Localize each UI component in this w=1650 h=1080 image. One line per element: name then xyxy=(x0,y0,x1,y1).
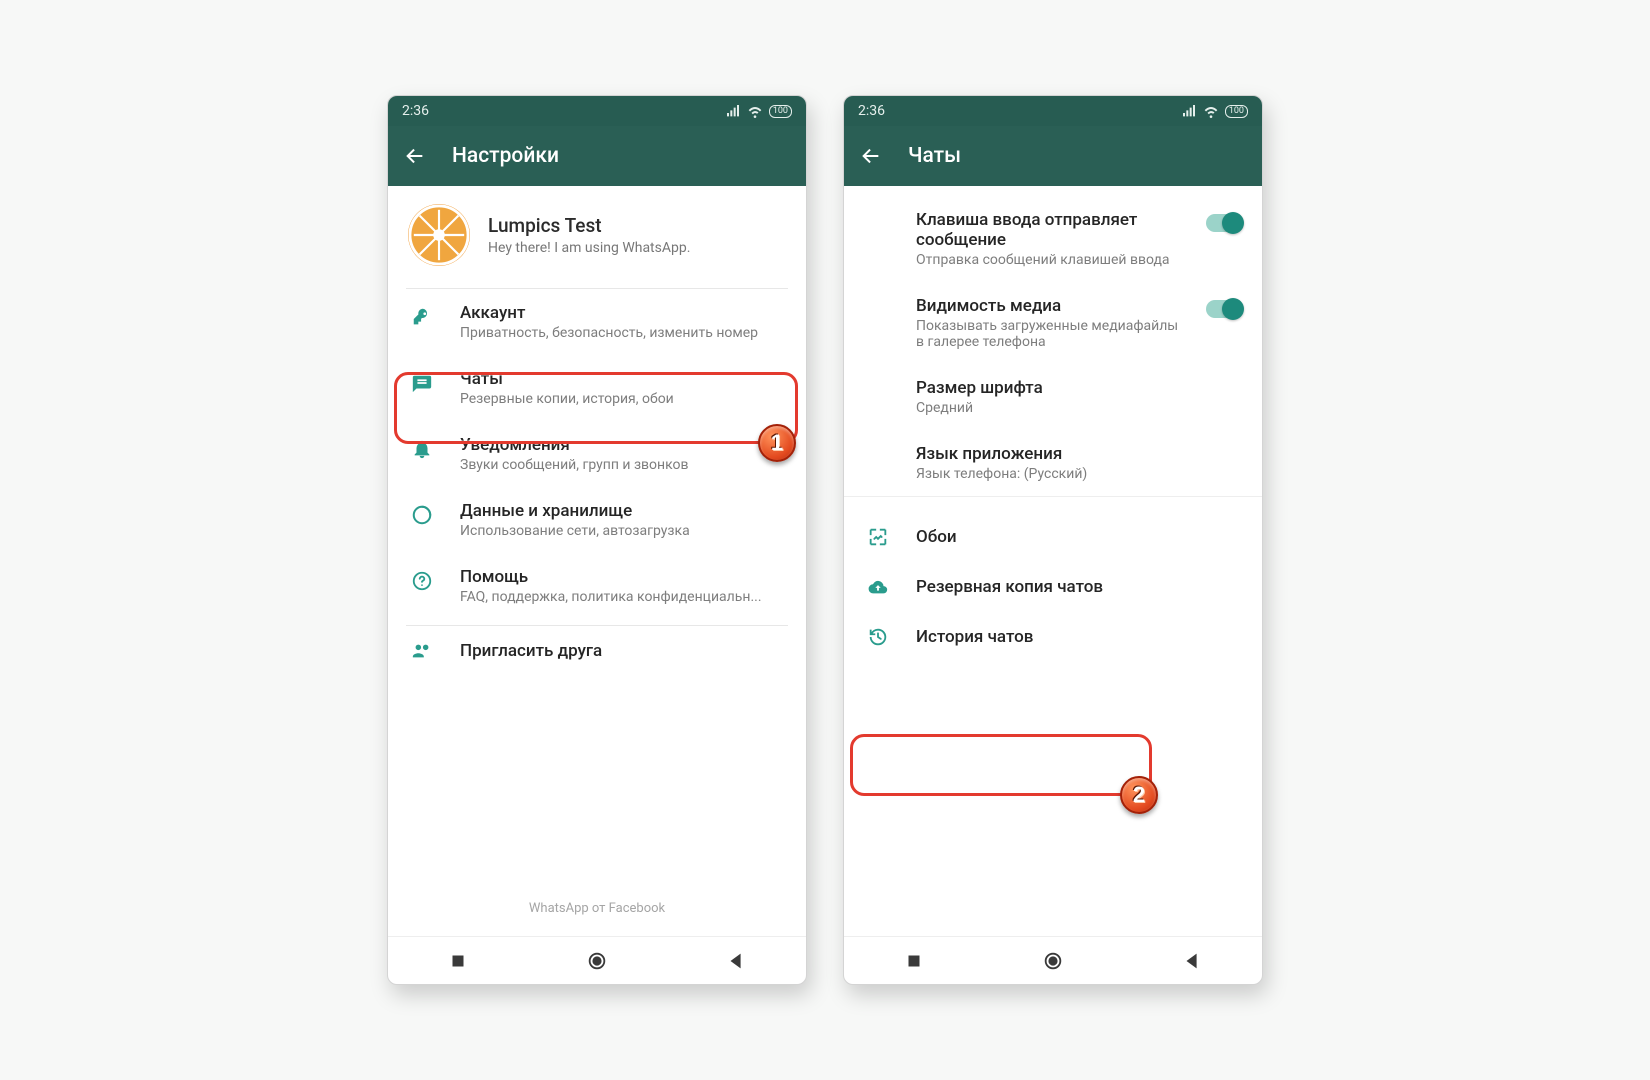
status-bar: 2:36 100 xyxy=(844,96,1262,126)
row-sub: Отправка сообщений клавишей ввода xyxy=(916,252,1182,268)
nav-back-button[interactable] xyxy=(1181,950,1203,972)
profile-name: Lumpics Test xyxy=(488,214,690,237)
row-title: Чаты xyxy=(460,369,786,389)
settings-content: Lumpics Test Hey there! I am using Whats… xyxy=(388,186,806,936)
nav-recents-button[interactable] xyxy=(903,950,925,972)
data-usage-icon xyxy=(408,504,436,526)
back-button[interactable] xyxy=(860,145,882,167)
page-title: Настройки xyxy=(452,144,559,168)
nav-home-button[interactable] xyxy=(1042,950,1064,972)
row-title: Видимость медиа xyxy=(916,296,1182,316)
chats-item-app-language[interactable]: Язык приложения Язык телефона: (Русский) xyxy=(844,430,1262,496)
row-sub: Использование сети, автозагрузка xyxy=(460,523,786,539)
chats-item-media-visibility[interactable]: Видимость медиа Показывать загруженные м… xyxy=(844,282,1262,364)
section-divider xyxy=(844,496,1262,512)
row-title: Язык приложения xyxy=(916,444,1242,464)
footer-text: WhatsApp от Facebook xyxy=(388,887,806,930)
chat-icon xyxy=(408,372,436,394)
step-badge-1: 1 xyxy=(758,424,796,462)
profile-status: Hey there! I am using WhatsApp. xyxy=(488,240,690,256)
phone-settings: 2:36 100 Настройки xyxy=(387,95,807,985)
row-title: Аккаунт xyxy=(460,303,786,323)
toggle-media-visibility[interactable] xyxy=(1206,300,1242,318)
chats-item-history[interactable]: История чатов xyxy=(844,612,1262,662)
page-title: Чаты xyxy=(908,144,961,168)
row-title: Уведомления xyxy=(460,435,786,455)
profile-row[interactable]: Lumpics Test Hey there! I am using Whats… xyxy=(388,186,806,288)
chats-item-wallpaper[interactable]: Обои xyxy=(844,512,1262,562)
wallpaper-icon xyxy=(864,526,892,548)
status-icons: 100 xyxy=(1181,103,1248,119)
row-title: Помощь xyxy=(460,567,786,587)
help-icon xyxy=(408,570,436,592)
nav-recents-button[interactable] xyxy=(447,950,469,972)
status-bar: 2:36 100 xyxy=(388,96,806,126)
settings-item-account[interactable]: Аккаунт Приватность, безопасность, измен… xyxy=(388,289,806,355)
row-sub: Средний xyxy=(916,400,1242,416)
people-icon xyxy=(408,640,436,662)
chats-item-font-size[interactable]: Размер шрифта Средний xyxy=(844,364,1262,430)
row-sub: Приватность, безопасность, изменить номе… xyxy=(460,325,786,341)
row-title: Резервная копия чатов xyxy=(916,577,1242,597)
app-bar: Настройки xyxy=(388,126,806,186)
stage: 2:36 100 Настройки xyxy=(0,0,1650,1080)
row-title: Пригласить друга xyxy=(460,641,786,661)
avatar xyxy=(408,204,470,266)
row-sub: Звуки сообщений, групп и звонков xyxy=(460,457,786,473)
row-title: Данные и хранилище xyxy=(460,501,786,521)
wifi-icon xyxy=(1203,103,1219,119)
row-title: Размер шрифта xyxy=(916,378,1242,398)
toggle-enter-sends[interactable] xyxy=(1206,214,1242,232)
row-sub: Резервные копии, история, обои xyxy=(460,391,786,407)
row-title: Обои xyxy=(916,527,1242,547)
settings-item-data[interactable]: Данные и хранилище Использование сети, а… xyxy=(388,487,806,553)
settings-item-chats[interactable]: Чаты Резервные копии, история, обои xyxy=(388,355,806,421)
app-bar: Чаты xyxy=(844,126,1262,186)
history-icon xyxy=(864,626,892,648)
nav-back-button[interactable] xyxy=(725,950,747,972)
row-title: Клавиша ввода отправляет сообщение xyxy=(916,210,1182,250)
wifi-icon xyxy=(747,103,763,119)
battery-icon: 100 xyxy=(1225,105,1248,118)
system-nav xyxy=(388,936,806,984)
back-button[interactable] xyxy=(404,145,426,167)
highlight-2 xyxy=(850,734,1152,796)
profile-text: Lumpics Test Hey there! I am using Whats… xyxy=(488,214,690,256)
status-time: 2:36 xyxy=(858,103,885,119)
status-icons: 100 xyxy=(725,103,792,119)
key-icon xyxy=(408,306,436,328)
cloud-upload-icon xyxy=(864,576,892,598)
settings-item-notifications[interactable]: Уведомления Звуки сообщений, групп и зво… xyxy=(388,421,806,487)
signal-icon xyxy=(725,103,741,119)
settings-item-help[interactable]: Помощь FAQ, поддержка, политика конфиден… xyxy=(388,553,806,619)
phone-chats: 2:36 100 Чаты Клавиша ввода отправляет с… xyxy=(843,95,1263,985)
signal-icon xyxy=(1181,103,1197,119)
row-title: История чатов xyxy=(916,627,1242,647)
chats-content: Клавиша ввода отправляет сообщение Отпра… xyxy=(844,186,1262,936)
chats-item-enter-sends[interactable]: Клавиша ввода отправляет сообщение Отпра… xyxy=(844,186,1262,282)
nav-home-button[interactable] xyxy=(586,950,608,972)
bell-icon xyxy=(408,438,436,460)
system-nav xyxy=(844,936,1262,984)
battery-icon: 100 xyxy=(769,105,792,118)
chats-item-backup[interactable]: Резервная копия чатов xyxy=(844,562,1262,612)
settings-item-invite[interactable]: Пригласить друга xyxy=(388,626,806,676)
step-badge-2: 2 xyxy=(1120,776,1158,814)
status-time: 2:36 xyxy=(402,103,429,119)
row-sub: Язык телефона: (Русский) xyxy=(916,466,1242,482)
row-sub: Показывать загруженные медиафайлы в гале… xyxy=(916,318,1182,350)
row-sub: FAQ, поддержка, политика конфиденциальн.… xyxy=(460,589,786,605)
